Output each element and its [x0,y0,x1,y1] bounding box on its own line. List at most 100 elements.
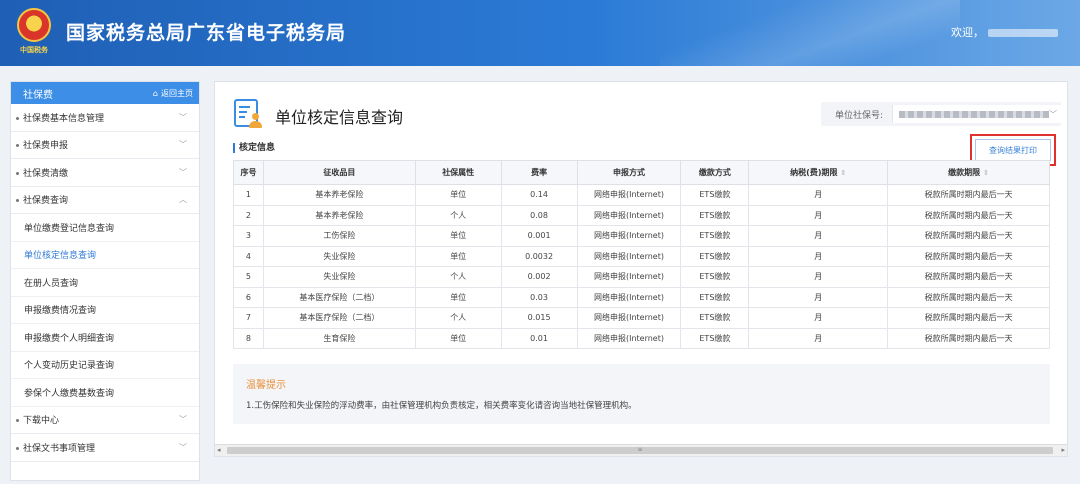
table-cell: 网络申报(Internet) [576,184,682,206]
column-header-label: 纳税(费)期限 [790,168,838,177]
table-cell: 月 [748,307,889,329]
table-cell: 失业保险 [262,266,416,288]
column-header-sortable[interactable]: 缴款期限 ⇕ [887,160,1050,185]
sidebar-item-label: 社保费清缴 [23,168,69,179]
table-cell: 个人 [414,307,502,329]
sidebar-item-basic-info[interactable]: 社保费基本信息管理 ﹀ [11,104,199,132]
table-cell: 0.0032 [500,245,578,267]
sidebar-sub-item[interactable]: 单位缴费登记信息查询 [11,214,199,242]
dropdown-icon: ﹀ [1049,109,1057,119]
sidebar-sub-item[interactable]: 申报缴费情况查询 [11,297,199,324]
table-cell: 税款所属时期内最后一天 [887,245,1050,267]
table-cell: 税款所属时期内最后一天 [887,184,1050,206]
table-cell: 个人 [414,266,502,288]
chevron-down-icon: ﹀ [179,442,187,452]
table-cell: 月 [748,245,889,267]
table-cell: 2 [233,204,264,226]
tips-content: 1.工伤保险和失业保险的浮动费率，由社保管理机构负责核定，相关费率变化请咨询当地… [246,401,637,411]
table-cell: 网络申报(Internet) [576,286,682,308]
table-row: 8 生育保险 单位 0.01 网络申报(Internet) ETS缴款月税款所属时期内最后… [233,327,1050,349]
table-cell: 网络申报(Internet) [576,307,682,329]
sidebar-item-query[interactable]: 社保费查询 ︿ [11,187,199,214]
scrollbar-thumb[interactable]: ≡ [227,447,1053,454]
table-cell: 0.015 [500,307,578,329]
table-cell: ETS缴款 [680,184,750,206]
table-cell: 单位 [414,286,502,308]
emblem-caption: 中国税务 [20,46,48,54]
sidebar-sub-item[interactable]: 申报缴费个人明细查询 [11,324,199,352]
sidebar: 社保费 ⌂ 返回主页 社保费基本信息管理 ﹀ 社保费申报 ﹀ 社保费清缴 ﹀ 社保费查询… [10,81,200,481]
table-cell: ETS缴款 [680,327,750,349]
table-cell: 失业保险 [262,245,416,267]
column-header: 征收品目 [262,160,416,185]
table-cell: 6 [233,286,264,308]
table-cell: 税款所属时期内最后一天 [887,225,1050,247]
table-cell: 月 [748,204,889,226]
table-cell: 工伤保险 [262,225,416,247]
sidebar-sub-item[interactable]: 在册人员查询 [11,269,199,297]
column-header: 序号 [233,160,264,185]
table-cell: 网络申报(Internet) [576,245,682,267]
column-header: 费率 [500,160,578,185]
home-label: 返回主页 [161,88,193,98]
table-row: 7 基本医疗保险（二档） 个人 0.015 网络申报(Internet) ETS缴款月税款… [233,307,1050,329]
top-header: 中国税务 国家税务总局广东省电子税务局 欢迎， [0,0,1080,66]
table-cell: 3 [233,225,264,247]
chevron-down-icon: ﹀ [179,167,187,177]
scroll-right-icon[interactable]: ▸ [1061,446,1065,454]
unit-social-security-selector[interactable]: 单位社保号: ﹀ [821,102,1061,126]
table-cell: ETS缴款 [680,245,750,267]
sidebar-item-label: 社保费查询 [23,196,69,207]
chevron-up-icon: ︿ [179,195,187,205]
table-cell: 月 [748,184,889,206]
column-header-sortable[interactable]: 纳税(费)期限 ⇕ [748,160,889,185]
welcome-user[interactable]: 欢迎， [951,24,1058,40]
sort-icon[interactable]: ⇕ [983,169,989,177]
sidebar-sub-item[interactable]: 个人变动历史记录查询 [11,352,199,379]
table-cell: ETS缴款 [680,286,750,308]
table-cell: 税款所属时期内最后一天 [887,204,1050,226]
table-cell: 单位 [414,245,502,267]
sidebar-item-download[interactable]: 下载中心 ﹀ [11,407,199,434]
table-cell: 单位 [414,225,502,247]
table-cell: 月 [748,225,889,247]
sidebar-sub-item[interactable]: 参保个人缴费基数查询 [11,379,199,407]
home-link[interactable]: ⌂ 返回主页 [153,88,193,99]
horizontal-scrollbar[interactable]: ◂ ≡ ▸ [215,444,1067,456]
table-cell: 税款所属时期内最后一天 [887,286,1050,308]
table-cell: 0.01 [500,327,578,349]
scroll-left-icon[interactable]: ◂ [217,446,221,454]
site-title: 国家税务总局广东省电子税务局 [66,22,347,44]
table-body: 1 基本养老保险 单位 0.14 网络申报(Internet) ETS缴款月税款所属时期内… [233,184,1050,349]
sidebar-item-settle[interactable]: 社保费清缴 ﹀ [11,159,199,187]
home-icon: ⌂ [152,88,158,98]
sidebar-item-label: 社保费基本信息管理 [23,113,105,124]
table-cell: 单位 [414,327,502,349]
sort-icon[interactable]: ⇕ [840,169,846,177]
table-cell: 网络申报(Internet) [576,266,682,288]
column-header-label: 缴款期限 [948,168,981,177]
table-cell: 生育保险 [262,327,416,349]
table-cell: 0.001 [500,225,578,247]
table-cell: 1 [233,184,264,206]
table-cell: 税款所属时期内最后一天 [887,266,1050,288]
national-emblem-icon: 中国税务 [14,8,54,58]
welcome-text: 欢迎， [951,26,984,39]
table-cell: 月 [748,286,889,308]
table-cell: 月 [748,327,889,349]
sidebar-sub-item-active[interactable]: 单位核定信息查询 [11,242,199,269]
table-cell: 税款所属时期内最后一天 [887,327,1050,349]
sidebar-item-declare[interactable]: 社保费申报 ﹀ [11,132,199,159]
unit-number-select[interactable]: ﹀ [892,105,1061,123]
table-row: 6 基本医疗保险（二档） 单位 0.03 网络申报(Internet) ETS缴款月税款所… [233,286,1050,308]
sidebar-item-documents[interactable]: 社保文书事项管理 ﹀ [11,434,199,462]
table-row: 5 失业保险 个人 0.002 网络申报(Internet) ETS缴款月税款所属时期内最… [233,266,1050,288]
section-title: 核定信息 [233,143,275,153]
tips-title: 温馨提示 [246,380,286,391]
header-decoration [660,0,960,66]
table-cell: 基本养老保险 [262,184,416,206]
table-header-row: 序号 征收品目 社保属性 费率 申报方式 缴款方式 纳税(费)期限 ⇕ 缴款期限 ⇕ [233,160,1050,185]
print-results-button[interactable]: 查询结果打印 [970,134,1056,166]
table-cell: 基本医疗保险（二档） [262,286,416,308]
masked-unit-number [899,110,1049,118]
